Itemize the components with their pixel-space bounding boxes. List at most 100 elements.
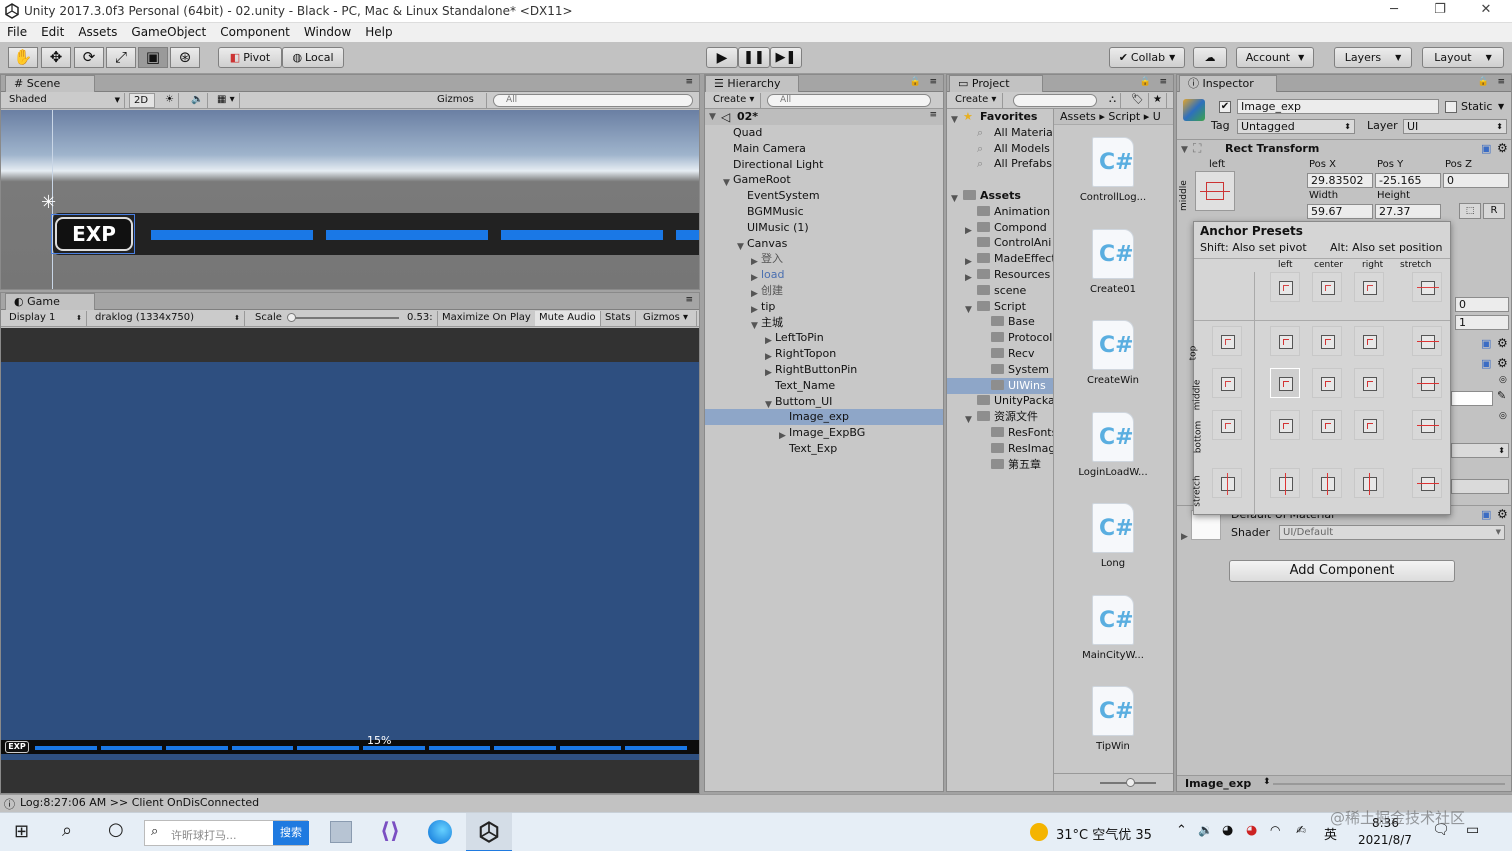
project-tree-item[interactable]: ⌕ All Models (947, 141, 1053, 157)
lock-icon[interactable]: 🔒 (1140, 77, 1151, 87)
scene-search-input[interactable]: All (493, 94, 693, 107)
project-tree-item[interactable]: ▼ 资源文件 (947, 409, 1053, 425)
anchor-preset-cell[interactable] (1412, 410, 1442, 440)
layer-dropdown[interactable]: UI ⬍ (1403, 119, 1507, 134)
project-search-input[interactable] (1013, 94, 1097, 107)
scene-header-row[interactable]: ▼ ◁ 02* ≡ (705, 109, 943, 125)
tag-dropdown[interactable]: Untagged ⬍ (1237, 119, 1355, 134)
app-image-viewer-icon[interactable] (330, 821, 352, 843)
maximize-toggle[interactable]: Maximize On Play (437, 311, 536, 326)
account-dropdown[interactable]: Account ▼ (1236, 47, 1314, 68)
project-tree-item[interactable]: ▼ Assets (947, 188, 1053, 204)
search-icon[interactable]: ⌕ (62, 820, 72, 841)
panel-menu-icon[interactable]: ≡ (929, 77, 937, 87)
anchor-preset-cell[interactable] (1312, 326, 1342, 356)
project-tree-item[interactable]: ⌕ All Materia (947, 125, 1053, 141)
hierarchy-item[interactable]: Text_Exp (705, 441, 943, 457)
blueprint-mode-button[interactable]: ⬚ (1459, 203, 1481, 219)
console-log-text[interactable]: Log:8:27:06 AM >> Client OnDisConnected (20, 796, 259, 809)
taskbar-search-button[interactable]: 搜索 (273, 821, 309, 845)
volume-icon[interactable]: 🔉 (1198, 823, 1213, 837)
taskbar-search-box[interactable]: ⌕ 许昕球打马... 搜索 (144, 820, 309, 846)
pen-icon[interactable]: ✍ (1296, 823, 1306, 837)
component-settings-gear-icon[interactable]: ⚙ (1497, 336, 1508, 350)
anchor-preset-cell[interactable] (1312, 272, 1342, 302)
hierarchy-item[interactable]: EventSystem (705, 188, 943, 204)
lock-icon[interactable]: 🔒 (910, 77, 921, 87)
project-tree-item[interactable]: ▼ Script (947, 299, 1053, 315)
hierarchy-item[interactable]: Image_exp (705, 409, 943, 426)
height-field[interactable]: 27.37 (1375, 204, 1441, 219)
hierarchy-item[interactable]: ▶ LeftToPin (705, 330, 943, 346)
anchor-preset-cell[interactable] (1270, 468, 1300, 498)
type-dropdown[interactable]: ⬍ (1451, 443, 1509, 458)
csharp-script-icon[interactable]: C# (1092, 137, 1134, 187)
hierarchy-item[interactable]: UIMusic (1) (705, 220, 943, 236)
hierarchy-item[interactable]: Text_Name (705, 378, 943, 394)
hierarchy-item[interactable]: ▼ Buttom_UI (705, 394, 943, 410)
expand-arrow-icon[interactable]: ▼ (1181, 145, 1188, 155)
anchor-preset-cell[interactable] (1354, 468, 1384, 498)
rotate-tool-icon[interactable]: ⟳ (74, 47, 104, 68)
qq-icon[interactable]: ◕ (1222, 823, 1233, 838)
anchor-preset-cell[interactable] (1354, 326, 1384, 356)
project-tree-item[interactable]: ⌕ All Prefabs (947, 156, 1053, 172)
anchor-preset-cell[interactable] (1412, 272, 1442, 302)
rect-tool-icon[interactable]: ▣ (138, 47, 168, 68)
rect-transform-header[interactable]: ▼ ⛶ Rect Transform ▣ ⚙ (1177, 139, 1511, 157)
hierarchy-item[interactable]: ▶ Image_ExpBG (705, 425, 943, 441)
qq-red-icon[interactable]: ◕ (1246, 823, 1257, 838)
project-tree-item[interactable]: ControlAni (947, 235, 1053, 251)
csharp-script-icon[interactable]: C# (1092, 411, 1134, 462)
eyedropper-icon[interactable]: ✎ (1497, 389, 1506, 402)
anchor-preset-cell[interactable] (1212, 410, 1242, 440)
pos-y-field[interactable]: -25.165 (1375, 173, 1441, 188)
menu-component[interactable]: Component (213, 23, 297, 42)
project-tree-item[interactable]: ▼ ★ Favorites (947, 109, 1053, 125)
hierarchy-item[interactable]: ▶ RightTopon (705, 346, 943, 362)
help-book-icon[interactable]: ▣ (1481, 337, 1491, 350)
anchor-preset-cell[interactable] (1212, 326, 1242, 356)
scale-x-field[interactable]: 0 (1455, 297, 1509, 312)
anchor-preset-cell[interactable] (1270, 326, 1300, 356)
hierarchy-item[interactable]: ▶ tip (705, 299, 943, 315)
object-name-field[interactable]: Image_exp (1237, 99, 1439, 114)
panel-menu-icon[interactable]: ≡ (1497, 77, 1505, 87)
hierarchy-item[interactable]: ▶ 创建 (705, 283, 943, 299)
project-tree-item[interactable]: ▶ MadeEffect (947, 251, 1053, 267)
stats-toggle[interactable]: Stats (601, 311, 636, 326)
project-tree-item[interactable]: System (947, 362, 1053, 378)
hierarchy-search-input[interactable]: All (767, 94, 931, 107)
wifi-icon[interactable]: ◠ (1270, 823, 1280, 837)
scene-viewport[interactable]: ✳ EXP (1, 110, 699, 289)
tab-game[interactable]: ◐ Game (5, 293, 95, 310)
windows-start-icon[interactable]: ⊞ (14, 821, 29, 842)
menu-assets[interactable]: Assets (71, 23, 124, 42)
resolution-dropdown[interactable]: draklog (1334x750) ⬍ (91, 311, 245, 326)
hierarchy-item[interactable]: Main Camera (705, 141, 943, 157)
hierarchy-item[interactable]: Quad (705, 125, 943, 141)
anchor-preset-cell[interactable] (1312, 468, 1342, 498)
inspector-preview-bar[interactable]: Image_exp ⬍ (1177, 775, 1511, 791)
project-tree-item[interactable]: Base (947, 314, 1053, 330)
anchor-preset-cell[interactable] (1354, 272, 1384, 302)
help-book-icon[interactable]: ▣ (1481, 357, 1491, 370)
favorite-star-icon[interactable]: ★ (1149, 93, 1167, 108)
step-button[interactable]: ▶❚ (770, 47, 802, 68)
pos-z-field[interactable]: 0 (1443, 173, 1509, 188)
tab-project[interactable]: ▭ Project (949, 75, 1043, 92)
project-tree-item[interactable]: UIWins (947, 377, 1053, 394)
app-edge-icon[interactable] (428, 820, 452, 844)
scene-gizmos-dropdown[interactable]: Gizmos ▾ (433, 93, 487, 119)
anchor-preset-cell[interactable] (1270, 410, 1300, 440)
component-settings-gear-icon[interactable]: ⚙ (1497, 141, 1508, 155)
add-component-button[interactable]: Add Component (1229, 560, 1455, 582)
color-field[interactable] (1451, 391, 1493, 406)
hierarchy-create-dropdown[interactable]: Create ▾ (709, 93, 761, 108)
hierarchy-item[interactable]: ▼ Canvas (705, 236, 943, 252)
project-tree-item[interactable]: ResFonts (947, 425, 1053, 441)
shading-dropdown[interactable]: Shaded ▼ (5, 93, 125, 108)
icon-size-slider[interactable] (1100, 778, 1156, 787)
hierarchy-item[interactable]: ▼ GameRoot (705, 172, 943, 188)
static-checkbox[interactable] (1445, 101, 1457, 113)
